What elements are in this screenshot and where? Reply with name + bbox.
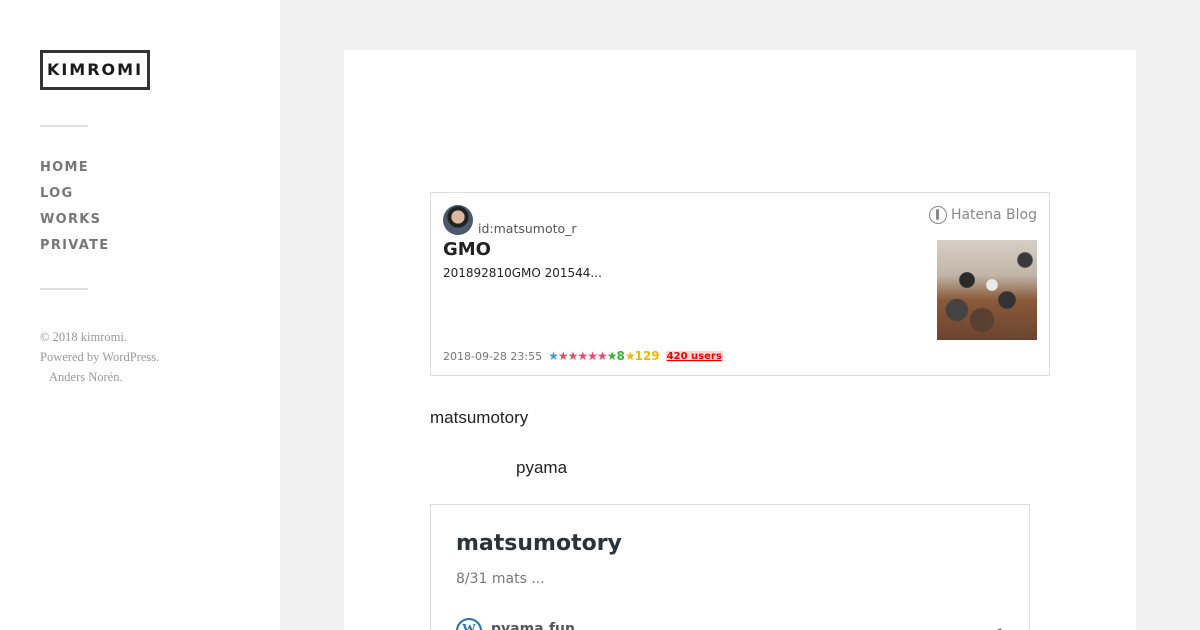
sidebar-separator-top xyxy=(40,125,88,127)
star-icon: ★ xyxy=(596,349,608,363)
user-avatar[interactable] xyxy=(443,205,473,235)
embed-date: 2018-09-28 23:55 xyxy=(443,349,543,363)
sidebar: KIMROMI HOME LOG WORKS PRIVATE © 2018 ki… xyxy=(0,0,280,630)
star-icon: ★ xyxy=(577,349,588,363)
embed-description: 201892810GMO 201544... xyxy=(443,266,602,280)
share-icon[interactable]: ⋖ xyxy=(990,623,1003,630)
star-icon: ★ xyxy=(624,349,636,363)
hatena-blog-logo[interactable]: Hatena Blog xyxy=(928,206,1037,224)
embed-title[interactable]: GMO xyxy=(443,239,491,260)
nav-item-works[interactable]: WORKS xyxy=(40,212,109,238)
copyright-text[interactable]: © 2018 kimromi. xyxy=(40,327,159,347)
hatena-logo-icon xyxy=(928,206,947,224)
yellow-star-count: 129 xyxy=(634,349,660,363)
post-content: id:matsumoto_r Hatena Blog GMO 201892810… xyxy=(344,50,1136,630)
wp-embed-site-link[interactable]: pyama.fun xyxy=(491,621,575,630)
star-icon: ★ xyxy=(548,349,559,363)
content-paragraph: pyama xyxy=(516,458,568,477)
theme-author-link[interactable]: Anders Norén. xyxy=(40,367,159,387)
main-nav: HOME LOG WORKS PRIVATE xyxy=(40,160,109,264)
nav-item-private[interactable]: PRIVATE xyxy=(40,238,109,264)
site-title-link[interactable]: KIMROMI xyxy=(40,50,150,90)
star-icon: ★ xyxy=(587,349,598,363)
wordpress-embed-card[interactable]: matsumotory 8/31 mats ... pyama.fun ⋖ xyxy=(430,504,1030,630)
wp-embed-excerpt: 8/31 mats ... xyxy=(456,571,545,587)
content-paragraph: matsumotory xyxy=(430,408,529,427)
wordpress-icon xyxy=(456,618,482,630)
embed-meta: 2018-09-28 23:55 ★ ★ ★ ★ ★ ★ ★ 8 ★ 129 4… xyxy=(443,349,723,363)
star-icon: ★ xyxy=(606,349,618,363)
embed-thumbnail[interactable] xyxy=(937,240,1037,340)
sidebar-credits: © 2018 kimromi. Powered by WordPress. An… xyxy=(40,327,159,387)
user-id-link[interactable]: id:matsumoto_r xyxy=(478,221,577,236)
star-icon: ★ xyxy=(567,349,579,363)
sidebar-separator-bottom xyxy=(40,288,88,290)
nav-item-home[interactable]: HOME xyxy=(40,160,109,186)
star-list[interactable]: ★ ★ ★ ★ ★ ★ ★ 8 ★ 129 xyxy=(548,349,660,363)
hatena-logo-text: Hatena Blog xyxy=(950,207,1037,223)
nav-item-log[interactable]: LOG xyxy=(40,186,109,212)
hatena-embed-card[interactable]: id:matsumoto_r Hatena Blog GMO 201892810… xyxy=(430,192,1050,376)
wp-embed-title[interactable]: matsumotory xyxy=(456,531,622,556)
green-star-count: 8 xyxy=(616,349,625,363)
bookmark-users-link[interactable]: 420 users xyxy=(665,350,723,362)
star-icon: ★ xyxy=(557,349,569,363)
powered-by-link[interactable]: Powered by WordPress. xyxy=(40,347,159,367)
